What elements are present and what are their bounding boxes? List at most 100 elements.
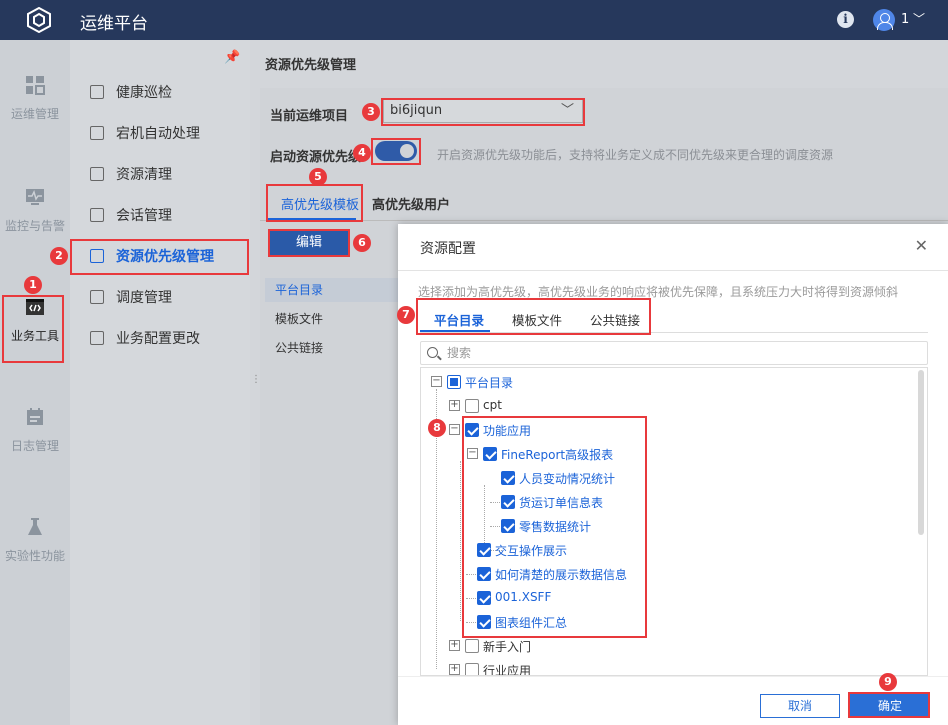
- dialog-tab-underline: [420, 330, 490, 332]
- nav-item-label: 会话管理: [116, 208, 172, 224]
- tree-checkbox[interactable]: [501, 519, 515, 533]
- nav-item-session[interactable]: 会话管理: [90, 204, 172, 228]
- nav-item-config-change[interactable]: 业务配置更改: [90, 327, 200, 351]
- resource-config-dialog: 资源配置 ✕ 选择添加为高优先级，高优先级业务的响应将被优先保障，且系统压力大时…: [398, 224, 948, 725]
- user-avatar-icon[interactable]: [873, 9, 895, 31]
- side-item-template-files[interactable]: 模板文件: [265, 307, 400, 331]
- tree-checkbox[interactable]: [477, 543, 491, 557]
- nav-item-resource-priority[interactable]: 资源优先级管理: [90, 245, 214, 269]
- search-box[interactable]: [420, 341, 928, 365]
- step-marker: 4: [353, 144, 371, 162]
- page-title: 资源优先级管理: [265, 58, 357, 73]
- rail-label: 日志管理: [10, 439, 59, 453]
- tree-node-label: cpt: [483, 398, 502, 412]
- tree-connector: [484, 485, 485, 549]
- chevron-down-icon[interactable]: ﹀: [913, 10, 925, 27]
- search-icon: [427, 347, 438, 358]
- collapse-icon[interactable]: −: [449, 424, 460, 435]
- expand-icon[interactable]: +: [449, 664, 460, 675]
- tree-checkbox[interactable]: [501, 471, 515, 485]
- tab-high-priority-user[interactable]: 高优先级用户: [372, 194, 450, 213]
- step-marker: 9: [879, 673, 897, 691]
- rail-item-ops[interactable]: 运维管理: [0, 75, 70, 122]
- tree-node-label: 行业应用: [483, 664, 532, 676]
- tab-active-underline: [268, 218, 356, 220]
- priority-icon: [90, 249, 104, 263]
- dialog-title: 资源配置: [420, 241, 476, 257]
- tree-checkbox[interactable]: [477, 615, 491, 629]
- tree-checkbox[interactable]: [501, 495, 515, 509]
- search-input[interactable]: [447, 345, 747, 361]
- priority-toggle[interactable]: [375, 141, 417, 161]
- side-item-public-links[interactable]: 公共链接: [265, 336, 400, 360]
- tree-node-label: FineReport高级报表: [501, 448, 614, 462]
- tree-node-label: 平台目录: [465, 376, 514, 390]
- dialog-tab-divider: [420, 332, 928, 333]
- tree-node-label: 001.XSFF: [495, 590, 552, 604]
- rail-item-experimental[interactable]: 实验性功能: [0, 517, 70, 564]
- sidebar-nav: 📌 健康巡检 宕机自动处理 资源清理 会话管理 资源优先级管理 调度管理 业务配…: [70, 40, 250, 725]
- tree-checkbox[interactable]: [483, 447, 497, 461]
- tree-checkbox[interactable]: [447, 375, 461, 389]
- expand-icon[interactable]: +: [449, 400, 460, 411]
- tree-node-label: 如何清楚的展示数据信息: [495, 568, 628, 582]
- session-icon: [90, 208, 104, 222]
- nav-item-auto-recovery[interactable]: 宕机自动处理: [90, 122, 200, 146]
- dialog-tab-template-files[interactable]: 模板文件: [512, 310, 562, 329]
- cancel-button[interactable]: 取消: [760, 694, 840, 718]
- tree-node-label: 交互操作展示: [495, 544, 568, 558]
- rail: 运维管理 监控与告警 业务工具 日志管理 实验性功能: [0, 40, 70, 725]
- nav-item-resource-cleanup[interactable]: 资源清理: [90, 163, 172, 187]
- dialog-tab-public-links[interactable]: 公共链接: [590, 310, 640, 329]
- expand-icon[interactable]: +: [449, 640, 460, 651]
- edit-button[interactable]: 编辑: [270, 231, 348, 255]
- tree-scrollbar[interactable]: [918, 370, 924, 535]
- tree-checkbox[interactable]: [465, 423, 479, 437]
- dialog-divider: [398, 270, 948, 271]
- tree-checkbox[interactable]: [465, 663, 479, 675]
- nav-item-scheduling[interactable]: 调度管理: [90, 286, 172, 310]
- calendar-icon: [27, 408, 43, 425]
- nav-item-label: 业务配置更改: [116, 331, 200, 347]
- collapse-icon[interactable]: −: [431, 376, 442, 387]
- pin-icon[interactable]: 📌: [224, 50, 240, 65]
- step-marker: 1: [24, 276, 42, 294]
- dialog-tab-platform-dir[interactable]: 平台目录: [434, 310, 484, 329]
- nav-item-health-check[interactable]: 健康巡检: [90, 81, 172, 105]
- code-icon: [26, 299, 44, 315]
- rail-label: 运维管理: [10, 107, 59, 121]
- collapse-icon[interactable]: −: [467, 448, 478, 459]
- project-select-value: bi6jiqun: [390, 103, 443, 118]
- tree-checkbox[interactable]: [477, 567, 491, 581]
- splitter-handle[interactable]: ⋮: [251, 374, 261, 385]
- rail-item-logs[interactable]: 日志管理: [0, 407, 70, 454]
- user-name[interactable]: 1: [901, 12, 909, 27]
- toggle-label: 启动资源优先级: [270, 150, 362, 165]
- clean-icon: [90, 167, 104, 181]
- tab-high-priority-template[interactable]: 高优先级模板: [281, 194, 359, 213]
- nav-item-label: 调度管理: [116, 290, 172, 306]
- dashboard-icon: [26, 76, 45, 95]
- rail-item-monitor[interactable]: 监控与告警: [0, 187, 70, 234]
- chevron-down-icon: ﹀: [560, 103, 574, 118]
- tree-node-label: 图表组件汇总: [495, 616, 568, 630]
- nav-item-label: 健康巡检: [116, 85, 172, 101]
- rail-label: 监控与告警: [4, 219, 65, 233]
- tree-checkbox[interactable]: [465, 639, 479, 653]
- wrench-icon: [90, 126, 104, 140]
- nav-item-label: 宕机自动处理: [116, 126, 200, 142]
- tab-divider: [260, 220, 948, 221]
- tree-checkbox[interactable]: [477, 591, 491, 605]
- step-marker: 2: [50, 247, 68, 265]
- tree-checkbox[interactable]: [465, 399, 479, 413]
- top-bar: 运维平台 i 1 ﹀: [0, 0, 948, 40]
- side-item-platform-dir[interactable]: 平台目录: [265, 278, 400, 302]
- project-select[interactable]: bi6jiqun ﹀: [383, 99, 583, 123]
- confirm-button[interactable]: 确定: [850, 694, 930, 718]
- tree-node-label: 货运订单信息表: [519, 496, 604, 510]
- project-label: 当前运维项目: [270, 109, 349, 124]
- info-icon[interactable]: i: [837, 11, 854, 28]
- rail-item-biz-tools[interactable]: 业务工具: [0, 297, 70, 344]
- tree-connector: [460, 461, 461, 621]
- close-icon[interactable]: ✕: [915, 236, 928, 255]
